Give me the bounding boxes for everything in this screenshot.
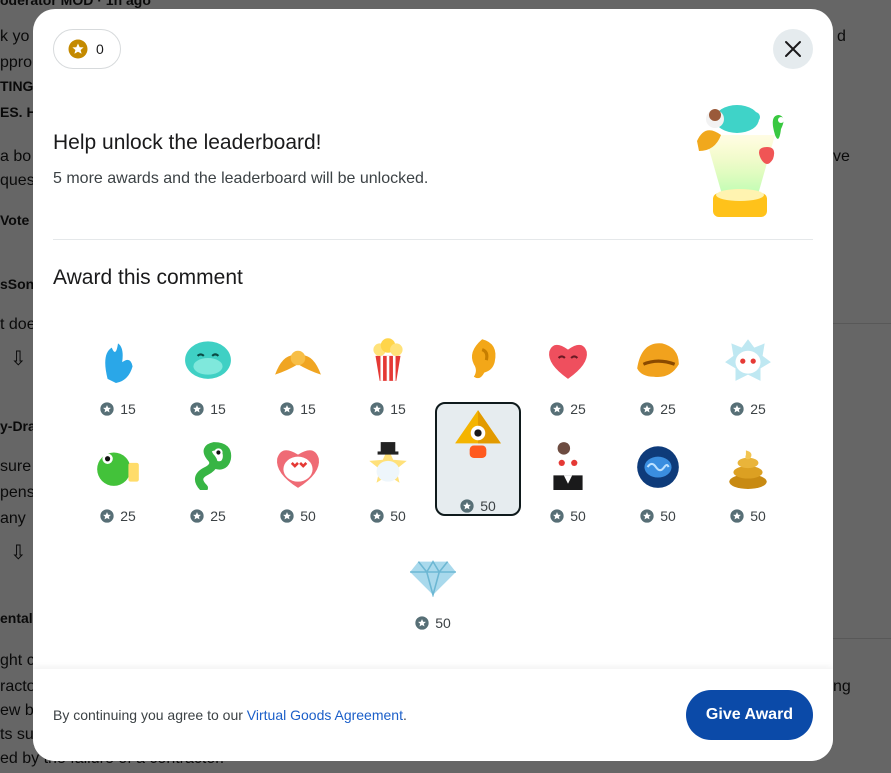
leaderboard-title: Help unlock the leaderboard! bbox=[53, 131, 322, 154]
coin-icon bbox=[640, 509, 654, 523]
coin-icon bbox=[460, 499, 474, 513]
award-taco-creature[interactable]: 25 bbox=[615, 321, 701, 435]
ear-icon bbox=[471, 339, 496, 379]
award-price: 15 bbox=[75, 401, 161, 417]
award-price: 50 bbox=[525, 508, 611, 524]
award-ghost-snoo[interactable]: 25 bbox=[705, 321, 791, 435]
award-pyramid-eye[interactable]: 50 bbox=[435, 402, 521, 516]
award-price: 25 bbox=[75, 508, 161, 524]
award-price: 25 bbox=[705, 401, 791, 417]
gold-coin-icon bbox=[68, 39, 88, 59]
award-price: 50 bbox=[255, 508, 341, 524]
tophat-star-icon bbox=[369, 442, 407, 483]
award-modal: 0 Help unlock the leaderboard! 5 more aw… bbox=[33, 9, 833, 761]
agreement-text: By continuing you agree to our Virtual G… bbox=[53, 707, 407, 723]
award-tophat-star[interactable]: 50 bbox=[345, 428, 431, 542]
award-seal[interactable]: 15 bbox=[165, 321, 251, 435]
leaderboard-subtitle: 5 more awards and the leaderboard will b… bbox=[53, 170, 429, 187]
gold-balance: 0 bbox=[53, 29, 121, 69]
coin-icon bbox=[280, 509, 294, 523]
gold-poop-icon bbox=[729, 450, 767, 489]
award-snake[interactable]: 25 bbox=[165, 428, 251, 542]
award-price-value: 50 bbox=[750, 508, 766, 524]
coin-icon bbox=[415, 616, 429, 630]
brain-icon bbox=[637, 446, 679, 488]
award-price-value: 15 bbox=[300, 401, 316, 417]
award-snoo-tux[interactable]: 50 bbox=[525, 428, 611, 542]
snake-icon bbox=[194, 442, 232, 490]
award-price-value: 15 bbox=[390, 401, 406, 417]
award-handshake[interactable]: 15 bbox=[255, 321, 341, 435]
award-frog-drink[interactable]: 25 bbox=[75, 428, 161, 542]
taco-creature-icon bbox=[637, 343, 679, 378]
award-price-value: 50 bbox=[480, 498, 496, 514]
heart-eyes-icon bbox=[276, 450, 320, 488]
award-price: 50 bbox=[615, 508, 701, 524]
balance-value: 0 bbox=[96, 41, 104, 57]
award-price: 25 bbox=[525, 401, 611, 417]
agreement-suffix: . bbox=[402, 707, 407, 723]
pyramid-eye-icon bbox=[455, 410, 501, 458]
heart-icon bbox=[549, 344, 587, 379]
award-gold-poop[interactable]: 50 bbox=[705, 428, 791, 542]
award-price-value: 25 bbox=[570, 401, 586, 417]
coin-icon bbox=[370, 509, 384, 523]
award-price-value: 50 bbox=[390, 508, 406, 524]
close-icon bbox=[785, 41, 801, 57]
handshake-icon bbox=[275, 350, 321, 375]
award-heart-eyes[interactable]: 50 bbox=[255, 428, 341, 542]
coin-icon bbox=[190, 402, 204, 416]
close-button[interactable] bbox=[773, 29, 813, 69]
coin-icon bbox=[730, 509, 744, 523]
coin-icon bbox=[730, 402, 744, 416]
award-price-value: 15 bbox=[120, 401, 136, 417]
award-wave[interactable]: 15 bbox=[75, 321, 161, 435]
award-price-value: 50 bbox=[300, 508, 316, 524]
award-price: 50 bbox=[437, 498, 519, 514]
coin-icon bbox=[550, 402, 564, 416]
coin-icon bbox=[640, 402, 654, 416]
award-price: 15 bbox=[165, 401, 251, 417]
coin-icon bbox=[190, 509, 204, 523]
award-price: 50 bbox=[705, 508, 791, 524]
award-price-value: 50 bbox=[435, 615, 451, 631]
award-price: 50 bbox=[390, 615, 476, 631]
award-popcorn[interactable]: 15 bbox=[345, 321, 431, 435]
award-price: 25 bbox=[165, 508, 251, 524]
award-price-value: 50 bbox=[660, 508, 676, 524]
coin-icon bbox=[280, 402, 294, 416]
award-section-title: Award this comment bbox=[53, 266, 243, 289]
coin-icon bbox=[550, 509, 564, 523]
coin-icon bbox=[370, 402, 384, 416]
agreement-prefix: By continuing you agree to our bbox=[53, 707, 247, 723]
award-price-value: 25 bbox=[120, 508, 136, 524]
award-price-value: 25 bbox=[660, 401, 676, 417]
virtual-goods-agreement-link[interactable]: Virtual Goods Agreement bbox=[247, 707, 403, 723]
award-brain[interactable]: 50 bbox=[615, 428, 701, 542]
frog-drink-icon bbox=[97, 452, 139, 486]
give-award-button[interactable]: Give Award bbox=[686, 690, 813, 740]
award-price: 25 bbox=[615, 401, 701, 417]
section-divider bbox=[53, 239, 813, 240]
award-price-value: 15 bbox=[210, 401, 226, 417]
modal-footer: By continuing you agree to our Virtual G… bbox=[33, 669, 833, 761]
award-price-value: 25 bbox=[750, 401, 766, 417]
seal-icon bbox=[185, 341, 231, 379]
wave-icon bbox=[105, 343, 133, 383]
award-price: 50 bbox=[345, 508, 431, 524]
award-heart[interactable]: 25 bbox=[525, 321, 611, 435]
coin-icon bbox=[100, 402, 114, 416]
snoo-tux-icon bbox=[551, 442, 585, 490]
coin-icon bbox=[100, 509, 114, 523]
award-price-value: 25 bbox=[210, 508, 226, 524]
award-diamond[interactable]: 50 bbox=[390, 535, 476, 649]
leaderboard-illustration bbox=[697, 105, 784, 217]
ghost-snoo-icon bbox=[725, 339, 771, 381]
award-price-value: 50 bbox=[570, 508, 586, 524]
diamond-icon bbox=[410, 560, 456, 597]
award-price: 15 bbox=[345, 401, 431, 417]
award-price: 15 bbox=[255, 401, 341, 417]
popcorn-icon bbox=[373, 338, 403, 381]
